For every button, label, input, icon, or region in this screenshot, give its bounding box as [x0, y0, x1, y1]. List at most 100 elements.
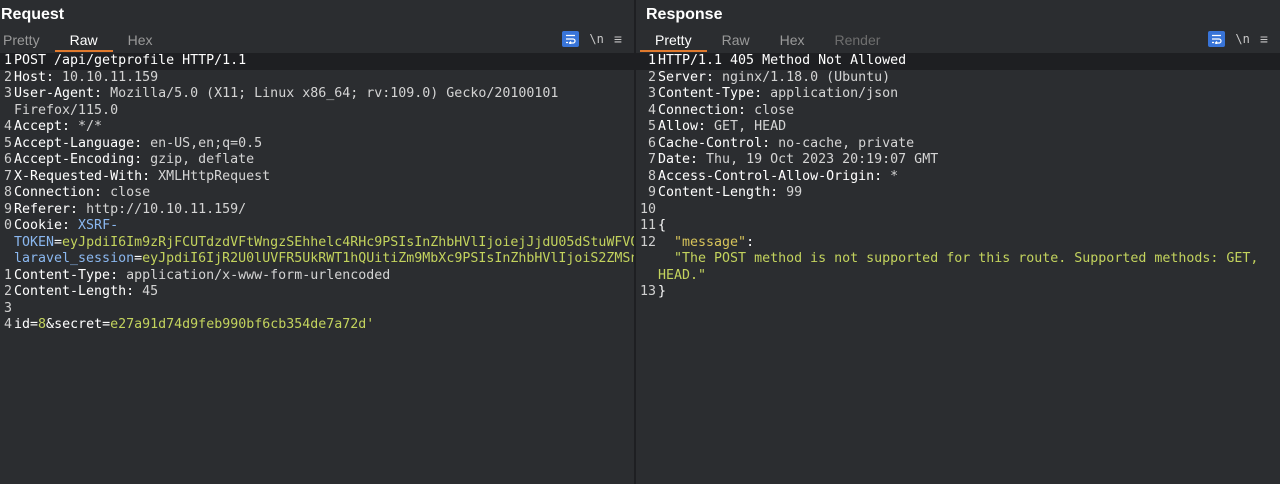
- line-number: 13: [639, 284, 656, 299]
- code-line: 4 Connection: close: [636, 103, 1280, 120]
- code-line: 2 Content-Length: 45: [0, 284, 634, 301]
- line-number: 3: [3, 300, 12, 316]
- token: Cookie:: [14, 218, 79, 233]
- line-text: Content-Length: 45: [14, 284, 634, 301]
- code-line: 9 Content-Length: 99: [636, 185, 1280, 202]
- code-line: 3 User-Agent: Mozilla/5.0 (X11; Linux x86…: [0, 86, 634, 119]
- line-number: 9: [647, 185, 656, 200]
- line-text: Content-Length: 99: [658, 185, 1280, 202]
- token: =: [134, 251, 143, 266]
- line-text: {: [658, 218, 1280, 235]
- request-tabs: Pretty Raw Hex: [0, 30, 168, 52]
- token: X-Requested-With:: [14, 168, 159, 184]
- code-line: 0 Cookie: XSRF-TOKEN=eyJpdiI6Im9zRjFCUTdz…: [0, 218, 634, 268]
- token: secret: [54, 317, 103, 332]
- token: :: [746, 234, 755, 250]
- text-wrap-icon[interactable]: [562, 31, 580, 47]
- token: no-cache, private: [778, 135, 915, 151]
- line-number: 2: [3, 284, 12, 299]
- line-number: 11: [639, 218, 656, 233]
- token: "message": [674, 234, 747, 250]
- token: nginx/1.18.0 (Ubuntu): [722, 69, 891, 85]
- token: POST /api/getprofile HTTP/1.1: [14, 53, 247, 68]
- token: 45: [142, 284, 159, 299]
- token: Content-Type:: [658, 86, 771, 101]
- tab-hex[interactable]: Hex: [113, 30, 168, 52]
- code-line: 2 Host: 10.10.11.159: [0, 70, 634, 87]
- token: User-Agent:: [14, 86, 111, 101]
- token: Content-Type:: [14, 267, 127, 283]
- token: HTTP/1.1 405 Method Not Allowed: [658, 53, 907, 68]
- line-text: Referer: http://10.10.11.159/: [14, 202, 634, 219]
- menu-icon[interactable]: ≡: [614, 31, 622, 47]
- line-number: 7: [647, 152, 656, 167]
- token: 99: [786, 185, 803, 200]
- token: id: [14, 317, 31, 332]
- token: Thu, 19 Oct 2023 20:19:07 GMT: [706, 152, 939, 167]
- code-line: 7 X-Requested-With: XMLHttpRequest: [0, 169, 634, 186]
- token: http://10.10.11.159/: [86, 201, 247, 217]
- line-number: 3: [3, 86, 12, 101]
- token: Content-Length:: [658, 185, 787, 200]
- code-line: 6 Accept-Encoding: gzip, deflate: [0, 152, 634, 169]
- line-number: 5: [3, 135, 12, 151]
- token: gzip, deflate: [150, 152, 255, 167]
- line-text: Date: Thu, 19 Oct 2023 20:19:07 GMT: [658, 152, 1280, 169]
- tab-pretty[interactable]: Pretty: [640, 30, 707, 52]
- line-number: 8: [647, 168, 656, 184]
- tab-raw[interactable]: Raw: [54, 30, 113, 52]
- tab-render[interactable]: Render: [820, 30, 896, 52]
- token: application/x-www-form-urlencoded: [126, 267, 391, 283]
- text-wrap-icon[interactable]: [1208, 31, 1226, 47]
- line-text: Connection: close: [14, 185, 634, 202]
- response-pretty-editor[interactable]: 1 HTTP/1.1 405 Method Not Allowed 2 Server:…: [636, 53, 1280, 484]
- token: "The POST method is not supported for th…: [658, 251, 1267, 283]
- token: GET, HEAD: [714, 119, 787, 134]
- line-number: 7: [3, 168, 12, 184]
- code-line: 5 Accept-Language: en-US,en;q=0.5: [0, 136, 634, 153]
- code-line: 7 Date: Thu, 19 Oct 2023 20:19:07 GMT: [636, 152, 1280, 169]
- line-number: 4: [3, 119, 12, 134]
- menu-icon[interactable]: ≡: [1260, 31, 1268, 47]
- code-line: 3 Content-Type: application/json: [636, 86, 1280, 103]
- token: Accept:: [14, 119, 79, 134]
- line-number: 9: [3, 201, 12, 217]
- token: eyJpdiI6IjR2U0lUVFR5UkRWT1hQUitiZm9MbXc9…: [142, 251, 634, 266]
- show-newlines-toggle[interactable]: \n: [589, 32, 603, 46]
- token: Referer:: [14, 201, 87, 217]
- tab-raw[interactable]: Raw: [707, 30, 765, 52]
- token: =: [102, 317, 111, 332]
- response-pane: Response Pretty Raw Hex Render \n ≡ 1 HTT…: [636, 0, 1280, 484]
- request-pane: Request Pretty Raw Hex \n ≡ 1 POST /api/g…: [0, 0, 634, 484]
- code-line: 8 Connection: close: [0, 185, 634, 202]
- line-text: Content-Type: application/x-www-form-url…: [14, 268, 634, 285]
- request-raw-editor[interactable]: 1 POST /api/getprofile HTTP/1.1 2 Host: 10.…: [0, 53, 634, 484]
- line-text: Server: nginx/1.18.0 (Ubuntu): [658, 70, 1280, 87]
- tab-hex[interactable]: Hex: [765, 30, 820, 52]
- line-text: Cache-Control: no-cache, private: [658, 136, 1280, 153]
- code-line: 4 id=8&secret=e27a91d74d9feb990bf6cb354de…: [0, 317, 634, 334]
- line-number: 0: [3, 218, 12, 233]
- show-newlines-toggle[interactable]: \n: [1235, 32, 1249, 46]
- response-tabs: Pretty Raw Hex Render: [640, 30, 895, 52]
- line-text: id=8&secret=e27a91d74d9feb990bf6cb354de7…: [14, 317, 634, 334]
- line-text: Accept-Encoding: gzip, deflate: [14, 152, 634, 169]
- line-number: 1: [647, 53, 656, 68]
- line-number: 5: [647, 119, 656, 134]
- line-number: 10: [639, 201, 656, 217]
- code-line: 13}: [636, 284, 1280, 301]
- response-title: Response: [646, 6, 723, 23]
- code-line: 3: [0, 301, 634, 318]
- token: XMLHttpRequest: [158, 168, 271, 184]
- line-text: [658, 202, 1280, 219]
- line-text: User-Agent: Mozilla/5.0 (X11; Linux x86_…: [14, 86, 634, 119]
- code-line: 9 Referer: http://10.10.11.159/: [0, 202, 634, 219]
- token: en-US,en;q=0.5: [150, 135, 263, 151]
- line-text: "message": "The POST method is not suppo…: [658, 235, 1280, 285]
- token: laravel_session: [14, 251, 135, 266]
- token: Cache-Control:: [658, 135, 779, 151]
- code-line: 11{: [636, 218, 1280, 235]
- tab-pretty[interactable]: Pretty: [0, 30, 55, 52]
- code-line: 12 "message": "The POST method is not su…: [636, 235, 1280, 285]
